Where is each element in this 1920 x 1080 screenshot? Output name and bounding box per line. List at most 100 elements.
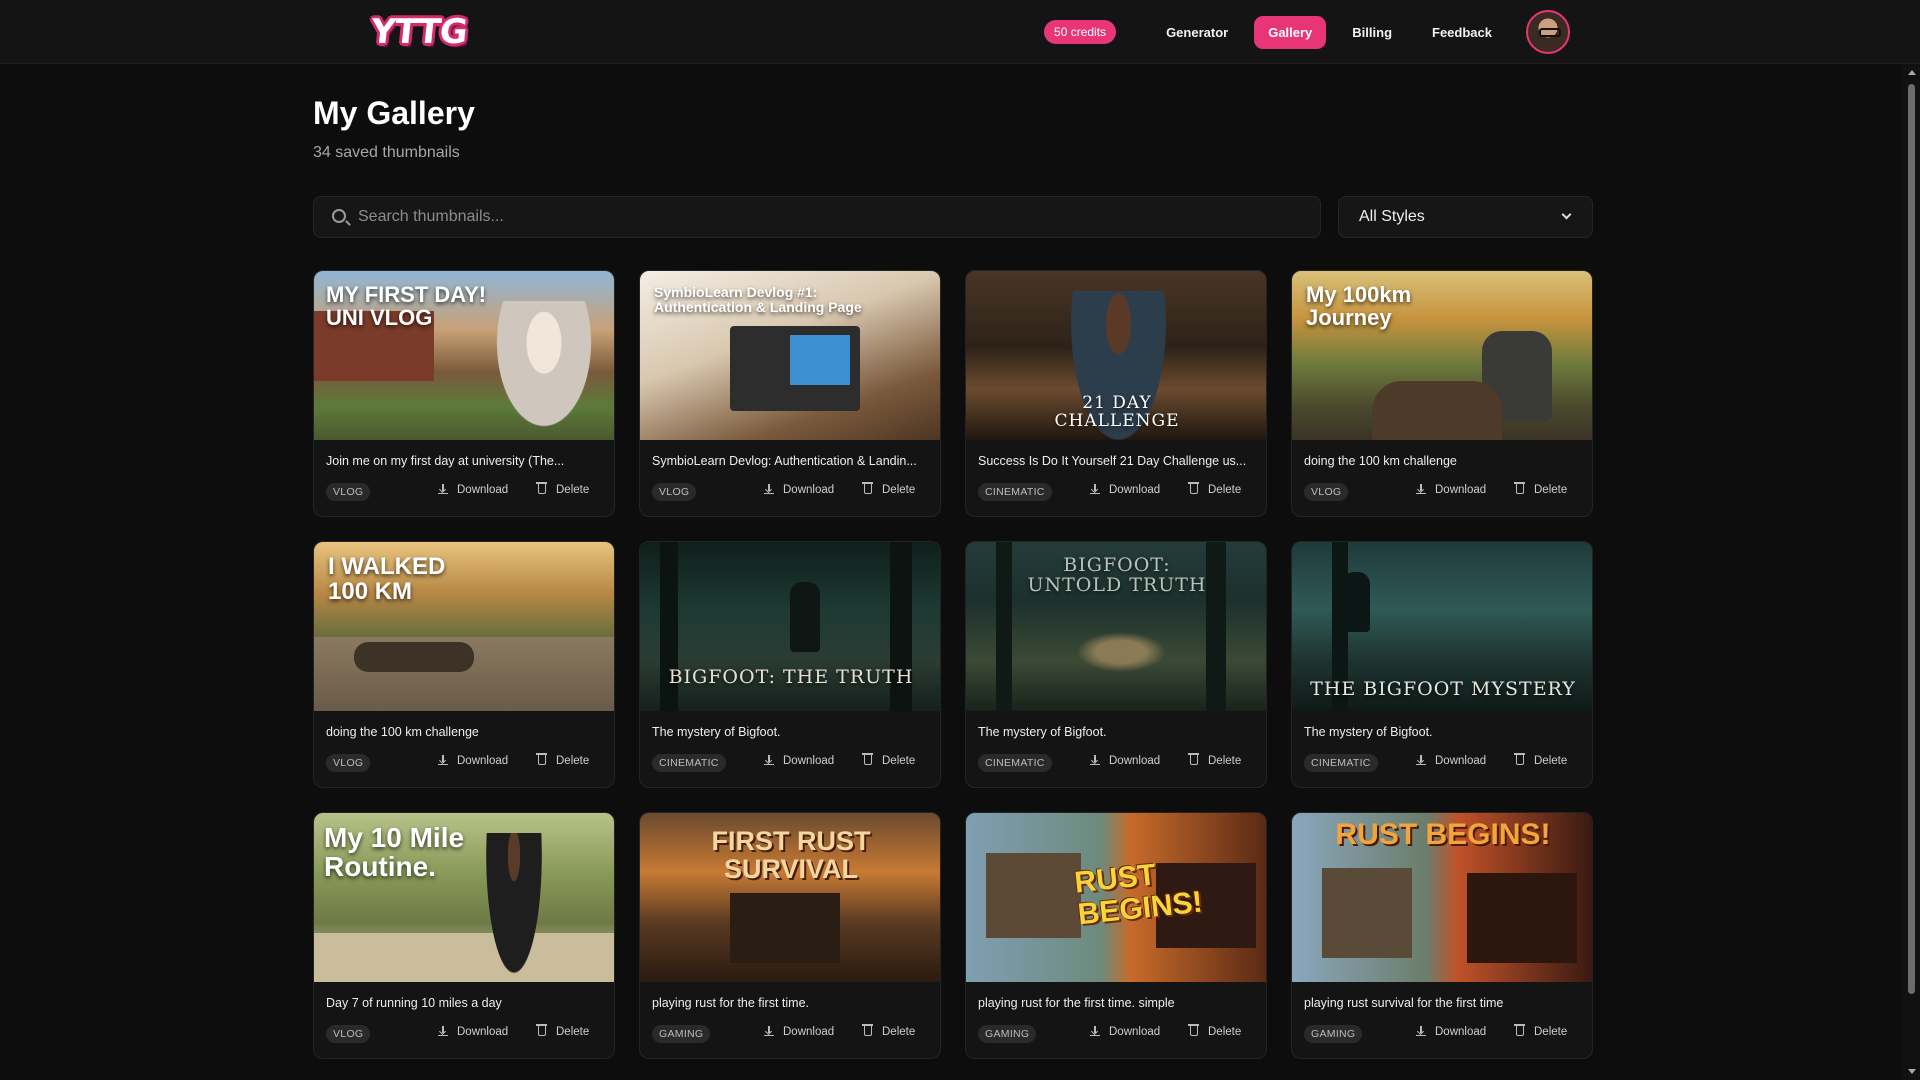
- download-button[interactable]: Download: [1090, 755, 1160, 767]
- card-title: playing rust survival for the first time: [1304, 996, 1504, 1010]
- trash-icon: [862, 482, 873, 494]
- search-icon: [332, 209, 346, 223]
- card-title: The mystery of Bigfoot.: [978, 725, 1107, 739]
- delete-button[interactable]: Delete: [1514, 482, 1568, 496]
- thumbnail-card: My 10 Mile Routine. Day 7 of running 10 …: [313, 812, 615, 1059]
- nav-feedback[interactable]: Feedback: [1418, 16, 1506, 49]
- top-nav-bar: YTTG 50 credits Generator Gallery Billin…: [0, 0, 1920, 64]
- user-avatar[interactable]: [1526, 10, 1570, 54]
- scrollbar-thumb[interactable]: [1908, 84, 1915, 994]
- download-button[interactable]: Download: [438, 484, 508, 496]
- style-tag: VLOG: [1304, 483, 1349, 501]
- thumbnail-card: MY FIRST DAY! UNI VLOG Join me on my fir…: [313, 270, 615, 517]
- delete-button[interactable]: Delete: [1188, 482, 1241, 496]
- download-button[interactable]: Download: [1416, 755, 1486, 767]
- nav-billing[interactable]: Billing: [1338, 16, 1406, 49]
- style-tag: CINEMATIC: [978, 754, 1052, 772]
- credits-badge[interactable]: 50 credits: [1044, 20, 1117, 44]
- download-button[interactable]: Download: [1416, 1026, 1486, 1038]
- delete-button[interactable]: Delete: [1188, 753, 1241, 767]
- card-title: playing rust for the first time. simple: [978, 996, 1175, 1010]
- thumbnail-image[interactable]: My 100km Journey: [1292, 271, 1592, 440]
- download-icon: [438, 755, 448, 765]
- thumbnail-caption: BIGFOOT: UNTOLD TRUTH: [1027, 554, 1207, 596]
- nav-links: 50 credits Generator Gallery Billing Fee…: [1044, 10, 1570, 54]
- download-button[interactable]: Download: [1090, 1026, 1160, 1038]
- delete-button[interactable]: Delete: [862, 753, 915, 767]
- search-input[interactable]: [358, 197, 1308, 237]
- card-actions: CINEMATIC Download Delete: [978, 482, 1258, 501]
- download-button[interactable]: Download: [764, 484, 834, 496]
- path-shape: [314, 933, 614, 982]
- trash-icon: [862, 753, 873, 765]
- thumbnail-image[interactable]: My 10 Mile Routine.: [314, 813, 614, 982]
- delete-button[interactable]: Delete: [1514, 1024, 1567, 1038]
- logo-text: YTTG: [368, 12, 469, 52]
- character-shape: [489, 301, 599, 440]
- delete-label: Delete: [556, 755, 590, 767]
- thumbnail-card: 21 DAY CHALLENGE Success Is Do It Yourse…: [965, 270, 1267, 517]
- thumbnail-image[interactable]: THE BIGFOOT MYSTERY: [1292, 542, 1592, 711]
- yttg-logo[interactable]: YTTG: [368, 12, 469, 52]
- download-button[interactable]: Download: [764, 1026, 834, 1038]
- download-label: Download: [1435, 1026, 1487, 1038]
- bigfoot-shape: [790, 582, 820, 652]
- thumbnail-image[interactable]: 21 DAY CHALLENGE: [966, 271, 1266, 440]
- style-tag: VLOG: [652, 483, 697, 501]
- download-label: Download: [457, 1026, 509, 1038]
- thumbnail-image[interactable]: BIGFOOT: UNTOLD TRUTH: [966, 542, 1266, 711]
- thumbnail-image[interactable]: RUST BEGINS!: [966, 813, 1266, 982]
- runner-shape: [484, 833, 544, 982]
- delete-button[interactable]: Delete: [536, 1024, 589, 1038]
- page-scrollbar[interactable]: [1903, 64, 1920, 1080]
- download-button[interactable]: Download: [438, 755, 508, 767]
- thumbnail-image[interactable]: I WALKED 100 KM: [314, 542, 614, 711]
- download-label: Download: [1109, 1026, 1161, 1038]
- style-tag: GAMING: [978, 1025, 1037, 1043]
- thumbnail-card: THE BIGFOOT MYSTERY The mystery of Bigfo…: [1291, 541, 1593, 788]
- delete-label: Delete: [1534, 484, 1568, 496]
- scroll-up-icon[interactable]: [1908, 70, 1916, 75]
- thumbnail-image[interactable]: MY FIRST DAY! UNI VLOG: [314, 271, 614, 440]
- trash-icon: [1514, 753, 1525, 765]
- thumbnail-image[interactable]: FIRST RUST SURVIVAL: [640, 813, 940, 982]
- nav-gallery[interactable]: Gallery: [1254, 15, 1327, 49]
- download-button[interactable]: Download: [1416, 484, 1486, 496]
- thumbnail-caption: My 100km Journey: [1306, 282, 1412, 331]
- style-filter-dropdown[interactable]: All Styles: [1338, 196, 1593, 238]
- thumbnail-card: BIGFOOT: THE TRUTH The mystery of Bigfoo…: [639, 541, 941, 788]
- thumbnail-image[interactable]: RUST BEGINS!: [1292, 813, 1592, 982]
- delete-button[interactable]: Delete: [1188, 1024, 1241, 1038]
- download-label: Download: [457, 755, 509, 767]
- trash-icon: [536, 753, 547, 765]
- card-title: SymbioLearn Devlog: Authentication & Lan…: [652, 454, 917, 468]
- thumbnail-caption: MY FIRST DAY! UNI VLOG: [326, 282, 487, 331]
- download-button[interactable]: Download: [438, 1026, 508, 1038]
- nav-generator[interactable]: Generator: [1152, 16, 1242, 49]
- delete-button[interactable]: Delete: [536, 753, 590, 767]
- delete-button[interactable]: Delete: [536, 482, 589, 496]
- thumbnail-image[interactable]: SymbioLearn Devlog #1: Authentication & …: [640, 271, 940, 440]
- download-icon: [438, 1026, 448, 1036]
- trash-icon: [536, 482, 547, 494]
- card-actions: VLOG Download Delete: [326, 753, 606, 772]
- thumbnail-caption: FIRST RUST SURVIVAL: [711, 826, 871, 885]
- chevron-down-icon: [1561, 209, 1572, 220]
- delete-button[interactable]: Delete: [1514, 753, 1567, 767]
- thumbnail-caption: THE BIGFOOT MYSTERY: [1310, 678, 1576, 700]
- scroll-down-icon[interactable]: [1908, 1069, 1916, 1074]
- thumbnail-card: I WALKED 100 KM doing the 100 km challen…: [313, 541, 615, 788]
- shack-shape: [986, 853, 1081, 938]
- download-button[interactable]: Download: [1090, 484, 1160, 496]
- delete-button[interactable]: Delete: [862, 1024, 915, 1038]
- card-title: doing the 100 km challenge: [326, 725, 479, 739]
- thumbnail-card: FIRST RUST SURVIVAL playing rust for the…: [639, 812, 941, 1059]
- delete-button[interactable]: Delete: [862, 482, 915, 496]
- thumbnail-image[interactable]: BIGFOOT: THE TRUTH: [640, 542, 940, 711]
- download-icon: [1416, 1026, 1426, 1036]
- trash-icon: [1188, 753, 1199, 765]
- download-button[interactable]: Download: [764, 755, 834, 767]
- card-actions: CINEMATIC Download Delete: [652, 753, 932, 772]
- search-box[interactable]: [313, 196, 1321, 238]
- boots-shape: [1372, 381, 1502, 440]
